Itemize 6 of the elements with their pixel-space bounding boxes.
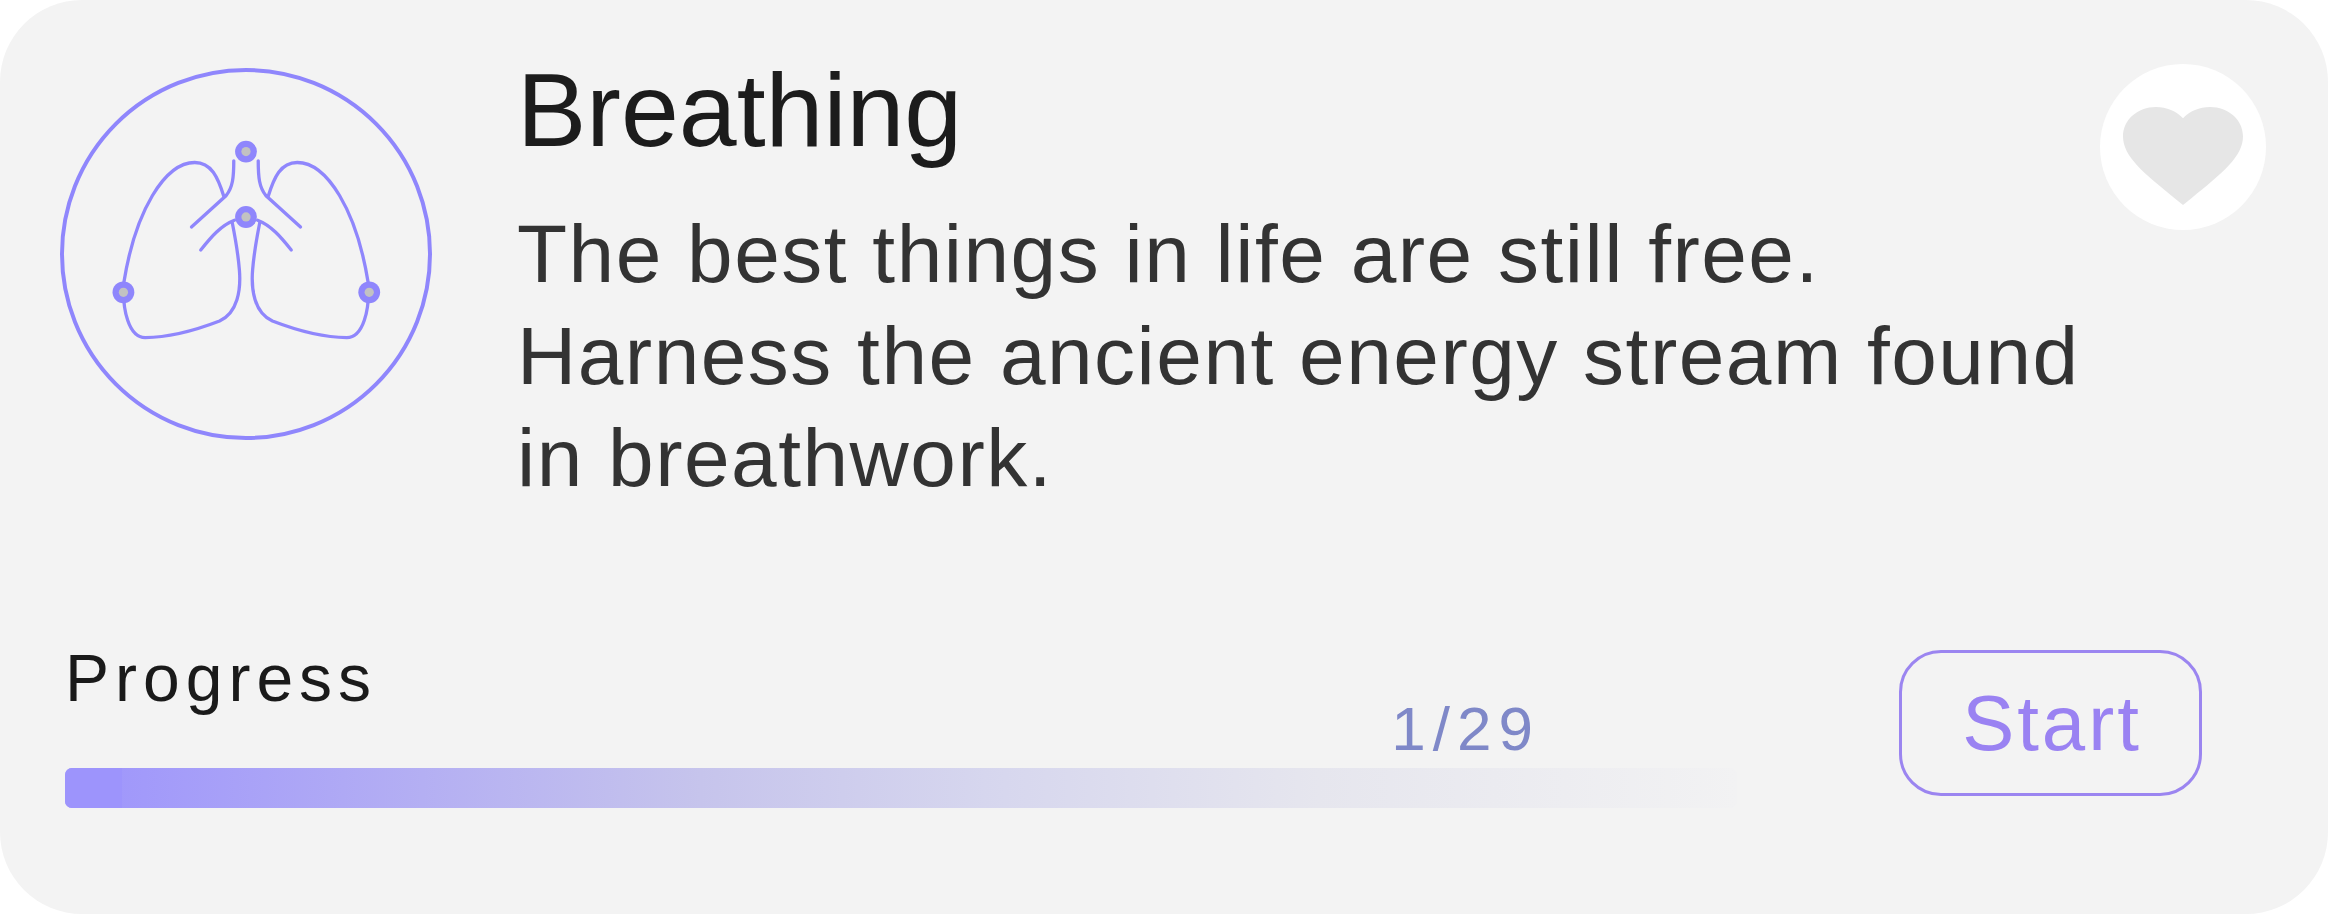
card-description: The best things in life are still free. Harness the ancient energy stream found in breathwork. (517, 206, 2081, 505)
lungs-icon (60, 68, 432, 440)
progress-label: Progress (65, 639, 378, 717)
start-button[interactable]: Start (1899, 650, 2202, 796)
card-title: Breathing (517, 51, 963, 170)
progress-count: 1/29 (1391, 692, 1540, 765)
